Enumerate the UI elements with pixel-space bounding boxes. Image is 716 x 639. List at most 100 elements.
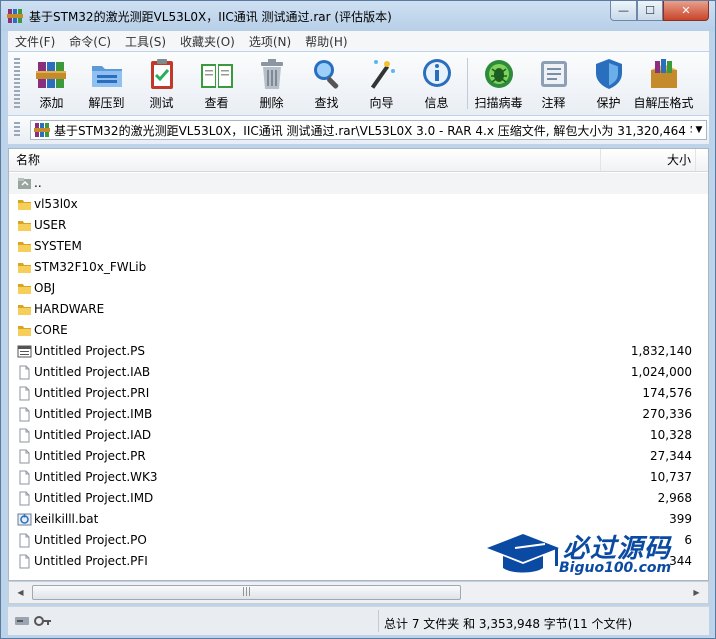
virus-scan-label: 扫描病毒 (474, 96, 523, 110)
file-icon (17, 407, 32, 422)
file-name: SYSTEM (34, 239, 82, 253)
protect-label: 保护 (596, 96, 621, 110)
menu-file[interactable]: 文件(F) (8, 33, 62, 50)
folder-icon (17, 260, 32, 275)
file-row[interactable]: Untitled Project.IMD 2,968 (9, 488, 708, 509)
scroll-thumb[interactable]: ||| (32, 585, 461, 600)
file-name: Untitled Project.IMB (34, 407, 153, 421)
status-icons (14, 614, 52, 628)
file-name: Untitled Project.PRI (34, 386, 150, 400)
add-button[interactable]: 添加 (24, 52, 79, 115)
folder-row[interactable]: HARDWARE (9, 299, 708, 320)
key-icon[interactable] (34, 614, 52, 628)
file-row[interactable]: keilkilll.bat 399 (9, 509, 708, 530)
file-row[interactable]: Untitled Project.IAD 10,328 (9, 425, 708, 446)
file-icon (17, 533, 32, 548)
watermark: 必过源码 Biguo100.com (485, 528, 685, 584)
folder-row[interactable]: CORE (9, 320, 708, 341)
file-name: Untitled Project.PS (34, 344, 146, 358)
file-name: Untitled Project.IAB (34, 365, 151, 379)
view-button[interactable]: 查看 (189, 52, 244, 115)
file-row[interactable]: Untitled Project.IAB 1,024,000 (9, 362, 708, 383)
maximize-button[interactable]: ☐ (637, 1, 663, 21)
folder-icon (17, 281, 32, 296)
parent-folder-icon (17, 176, 32, 191)
file-list[interactable]: 名称 大小 .. vl53l0x USER SYSTEM STM32F10x_FWLib… (8, 148, 709, 581)
menu-tools[interactable]: 工具(S) (118, 33, 173, 50)
view-label: 查看 (204, 96, 229, 110)
menu-bar: 文件(F) 命令(C) 工具(S) 收藏夹(O) 选项(N) 帮助(H) (8, 31, 709, 51)
address-dropdown-icon[interactable]: ▼ (692, 125, 706, 135)
file-row[interactable]: Untitled Project.IMB 270,336 (9, 404, 708, 425)
test-button[interactable]: 测试 (134, 52, 189, 115)
address-path: 基于STM32的激光测距VL53L0X，IIC通讯 测试通过.rar\VL53L… (54, 123, 692, 138)
address-field[interactable]: 基于STM32的激光测距VL53L0X，IIC通讯 测试通过.rar\VL53L… (30, 120, 707, 140)
file-name: vl53l0x (34, 197, 78, 211)
column-name[interactable]: 名称 (9, 149, 601, 171)
column-header: 名称 大小 (9, 149, 708, 172)
folder-icon (17, 239, 32, 254)
toolbar-separator (467, 58, 468, 109)
parent-directory-row[interactable]: .. (9, 173, 708, 194)
folder-row[interactable]: vl53l0x (9, 194, 708, 215)
horizontal-scrollbar[interactable]: ◀ ||| ▶ (8, 581, 709, 604)
sfx-button[interactable]: 自解压格式 (634, 52, 694, 115)
delete-button[interactable]: 删除 (244, 52, 299, 115)
file-icon (17, 554, 32, 569)
file-icon (17, 470, 32, 485)
virus-scan-button[interactable]: 扫描病毒 (471, 52, 526, 115)
trash-can-icon (260, 59, 283, 89)
winrar-app-icon (7, 9, 23, 23)
address-bar: 基于STM32的激光测距VL53L0X，IIC通讯 测试通过.rar\VL53L… (8, 116, 709, 144)
wizard-button[interactable]: 向导 (354, 52, 409, 115)
close-button[interactable]: ✕ (663, 1, 709, 21)
toolbar-grip[interactable] (14, 58, 20, 109)
address-grip[interactable] (14, 122, 20, 138)
drive-icon[interactable] (14, 614, 30, 628)
info-button[interactable]: 信息 (409, 52, 464, 115)
file-name: Untitled Project.IMD (34, 491, 154, 505)
find-button[interactable]: 查找 (299, 52, 354, 115)
graduation-cap-icon (487, 534, 559, 573)
status-separator (378, 610, 379, 632)
info-icon (422, 59, 451, 87)
file-row[interactable]: Untitled Project.PRI 174,576 (9, 383, 708, 404)
file-name: .. (34, 176, 42, 190)
menu-help[interactable]: 帮助(H) (298, 33, 354, 50)
folder-row[interactable]: SYSTEM (9, 236, 708, 257)
extract-to-label: 解压到 (88, 96, 125, 110)
file-icon (17, 428, 32, 443)
folder-row[interactable]: STM32F10x_FWLib (9, 257, 708, 278)
menu-options[interactable]: 选项(N) (242, 33, 298, 50)
file-icon (17, 449, 32, 464)
scroll-right-icon[interactable]: ▶ (688, 584, 705, 601)
file-row[interactable]: Untitled Project.WK3 10,737 (9, 467, 708, 488)
protect-button[interactable]: 保护 (581, 52, 636, 115)
extract-to-button[interactable]: 解压到 (79, 52, 134, 115)
file-name: keilkilll.bat (34, 512, 99, 526)
menu-favorites[interactable]: 收藏夹(O) (173, 33, 242, 50)
folder-row[interactable]: OBJ (9, 278, 708, 299)
file-name: Untitled Project.PO (34, 533, 147, 547)
minimize-button[interactable]: — (610, 1, 637, 21)
file-name: Untitled Project.PFI (34, 554, 148, 568)
file-name: Untitled Project.PR (34, 449, 146, 463)
file-icon (17, 491, 32, 506)
file-name: HARDWARE (34, 302, 105, 316)
file-row[interactable]: Untitled Project.PS 1,832,140 (9, 341, 708, 362)
file-size: 2,968 (657, 491, 692, 505)
file-row[interactable]: Untitled Project.PR 27,344 (9, 446, 708, 467)
column-size[interactable]: 大小 (601, 149, 696, 171)
folder-icon (17, 197, 32, 212)
magnifier-icon (313, 60, 338, 89)
title-bar[interactable]: 基于STM32的激光测距VL53L0X，IIC通讯 测试通过.rar (评估版本… (1, 1, 715, 31)
file-size: 27,344 (650, 449, 692, 463)
folder-icon (17, 302, 32, 317)
file-name: STM32F10x_FWLib (34, 260, 147, 274)
scroll-left-icon[interactable]: ◀ (12, 584, 29, 601)
comment-button[interactable]: 注释 (526, 52, 581, 115)
file-size: 399 (669, 512, 692, 526)
folder-row[interactable]: USER (9, 215, 708, 236)
menu-command[interactable]: 命令(C) (62, 33, 118, 50)
test-label: 测试 (149, 96, 174, 110)
